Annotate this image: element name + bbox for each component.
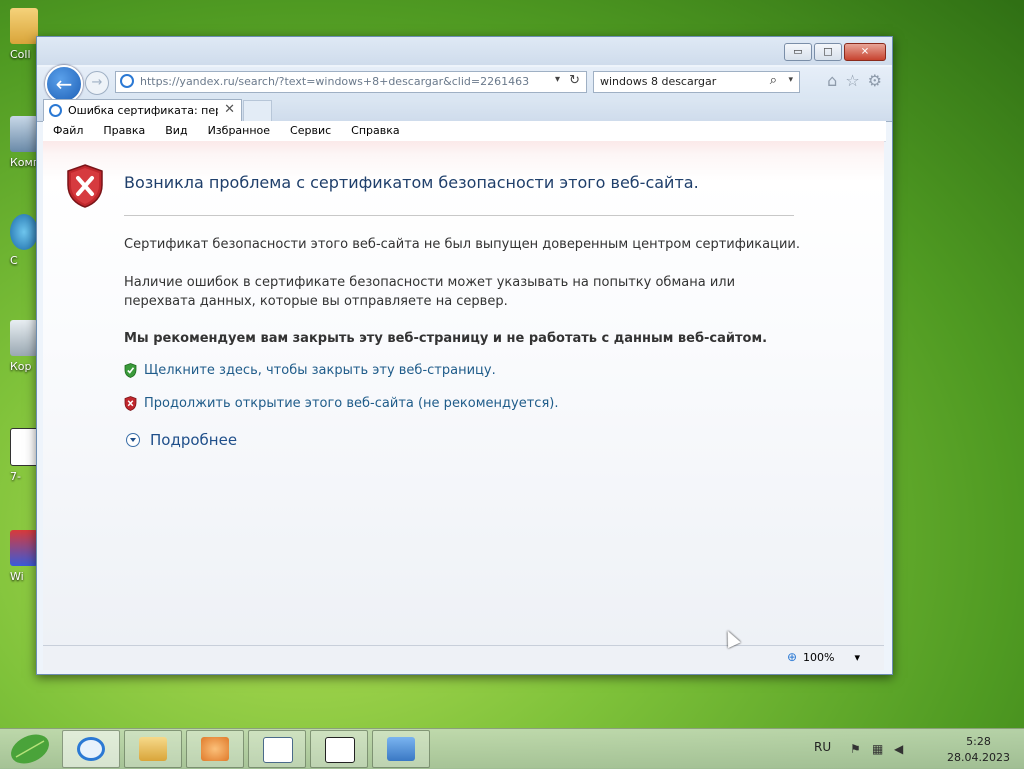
shield-error-small-icon — [124, 396, 137, 411]
ie-page-icon — [49, 104, 62, 117]
minimize-icon: ▭ — [793, 46, 803, 58]
clock-date: 28.04.2023 — [947, 751, 1010, 764]
clock[interactable]: 5:28 28.04.2023 — [947, 734, 1010, 766]
gear-icon[interactable]: ⚙ — [868, 71, 882, 90]
paragraph-untrusted-ca: Сертификат безопасности этого веб-сайта … — [124, 237, 801, 252]
title-bar[interactable]: ▭ □ ✕ — [37, 37, 892, 65]
browser-window: ▭ □ ✕ ← → https://yandex.ru/search/?text… — [36, 36, 893, 675]
computer-icon — [10, 116, 38, 152]
taskbar-internet-explorer[interactable] — [62, 730, 120, 768]
page-title: Возникла проблема с сертификатом безопас… — [124, 173, 699, 192]
window-controls: ▭ □ ✕ — [784, 43, 886, 61]
chevron-down-icon[interactable]: ▾ — [854, 651, 860, 664]
desktop-icons: Coll Комп С Кор 7- Wi — [0, 0, 40, 720]
maximize-button[interactable]: □ — [814, 43, 842, 61]
chevron-down-icon[interactable]: ▾ — [788, 75, 793, 85]
7zip-icon — [325, 737, 355, 763]
chevron-down-icon[interactable]: ▾ — [555, 74, 560, 85]
action-center-flag-icon[interactable]: ⚑ — [850, 742, 864, 756]
network-icon[interactable]: ▦ — [872, 742, 886, 756]
chevron-down-circle-icon — [126, 433, 140, 447]
forward-button[interactable]: → — [85, 71, 109, 95]
zoom-icon: ⊕ — [786, 650, 798, 664]
navigation-bar: ← → https://yandex.ru/search/?text=windo… — [37, 65, 892, 103]
recycle-bin-icon — [10, 320, 38, 356]
folder-icon — [10, 8, 38, 44]
system-tray: RU ⚑ ▦ ◀ 5:28 28.04.2023 — [794, 729, 1024, 769]
shield-check-icon — [124, 363, 137, 378]
media-player-icon — [201, 737, 229, 761]
page-content: Возникла проблема с сертификатом безопас… — [43, 141, 884, 645]
menu-bar: Файл Правка Вид Избранное Сервис Справка — [43, 121, 886, 142]
favorites-icon[interactable]: ☆ — [845, 71, 859, 90]
continue-to-site-link[interactable]: Продолжить открытие этого веб-сайта (не … — [144, 396, 558, 411]
language-indicator[interactable]: RU — [814, 740, 831, 754]
taskbar-remote-desktop[interactable] — [372, 730, 430, 768]
more-info-toggle[interactable]: Подробнее — [126, 431, 237, 449]
status-bar: ⊕ 100% ▾ — [43, 645, 884, 670]
new-tab-button[interactable] — [243, 100, 272, 122]
home-icon[interactable]: ⌂ — [827, 71, 837, 90]
zoom-control[interactable]: ⊕ 100% ▾ — [787, 650, 860, 664]
network-icon — [10, 214, 38, 250]
shield-error-icon — [67, 164, 103, 208]
more-info-label: Подробнее — [150, 431, 238, 449]
minimize-button[interactable]: ▭ — [784, 43, 812, 61]
search-input[interactable] — [600, 74, 750, 89]
search-icon[interactable]: ⌕ — [770, 73, 777, 88]
close-icon: ✕ — [860, 46, 870, 58]
taskbar: RU ⚑ ▦ ◀ 5:28 28.04.2023 — [0, 728, 1024, 769]
menu-view[interactable]: Вид — [155, 121, 197, 141]
search-box[interactable]: ⌕ ▾ — [593, 71, 800, 93]
folder-icon — [139, 737, 167, 761]
window-icon — [263, 737, 293, 763]
menu-edit[interactable]: Правка — [93, 121, 155, 141]
back-button[interactable]: ← — [45, 65, 83, 103]
paragraph-warning: Наличие ошибок в сертификате безопасност… — [124, 275, 736, 309]
app-shortcut-icon — [10, 530, 38, 566]
clock-time: 5:28 — [966, 735, 991, 748]
continue-row: Продолжить открытие этого веб-сайта (не … — [124, 396, 558, 411]
divider — [124, 215, 794, 216]
address-bar[interactable]: https://yandex.ru/search/?text=windows+8… — [115, 71, 587, 93]
refresh-icon[interactable]: ↻ — [569, 73, 580, 88]
close-page-row: Щелкните здесь, чтобы закрыть эту веб-ст… — [124, 363, 496, 378]
close-tab-icon[interactable]: ✕ — [224, 102, 235, 117]
taskbar-7zip[interactable] — [310, 730, 368, 768]
tab-certificate-error[interactable]: Ошибка сертификата: пер... ✕ — [43, 99, 242, 122]
zoom-level: 100% — [803, 650, 835, 664]
taskbar-notepad[interactable] — [248, 730, 306, 768]
menu-tools[interactable]: Сервис — [280, 121, 341, 141]
volume-muted-icon[interactable]: ◀ — [894, 742, 908, 756]
address-url[interactable]: https://yandex.ru/search/?text=windows+8… — [140, 75, 529, 88]
menu-help[interactable]: Справка — [341, 121, 409, 141]
recommendation-text: Мы рекомендуем вам закрыть эту веб-стран… — [124, 331, 768, 346]
close-button[interactable]: ✕ — [844, 43, 886, 61]
ie-icon — [77, 737, 105, 761]
maximize-icon: □ — [823, 46, 833, 58]
close-page-link[interactable]: Щелкните здесь, чтобы закрыть эту веб-ст… — [144, 363, 496, 378]
remote-desktop-icon — [387, 737, 415, 761]
arrow-right-icon: → — [91, 75, 103, 90]
taskbar-media-player[interactable] — [186, 730, 244, 768]
toolbar-icons: ⌂ ☆ ⚙ — [827, 71, 882, 90]
menu-favorites[interactable]: Избранное — [198, 121, 280, 141]
taskbar-file-explorer[interactable] — [124, 730, 182, 768]
start-button[interactable] — [4, 731, 56, 767]
arrow-left-icon: ← — [55, 72, 73, 96]
ie-page-icon — [120, 74, 134, 88]
tab-title: Ошибка сертификата: пер... — [68, 104, 218, 117]
menu-file[interactable]: Файл — [43, 121, 93, 141]
tab-bar: Ошибка сертификата: пер... ✕ — [37, 99, 892, 122]
